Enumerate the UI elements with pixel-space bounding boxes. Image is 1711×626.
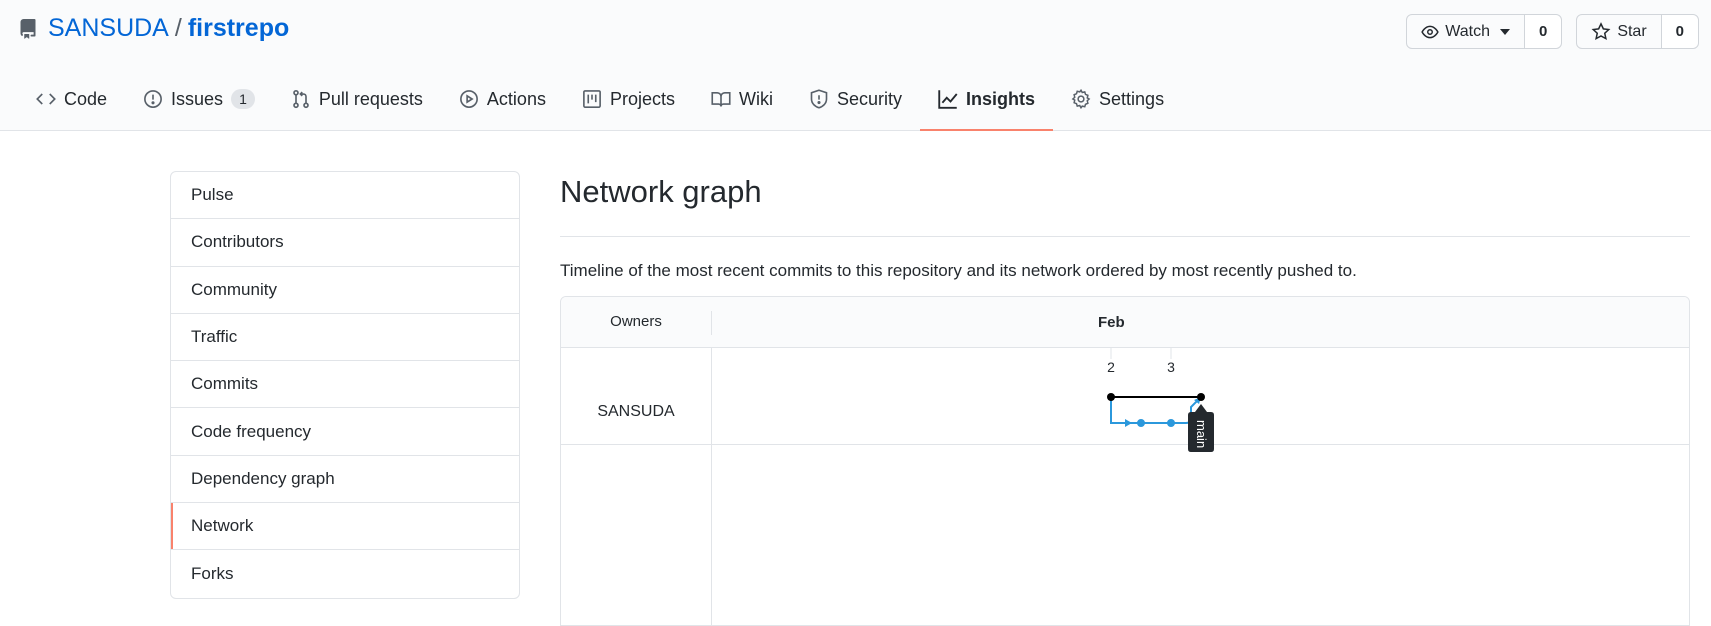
branch-arrow-icon [1125,419,1132,427]
play-icon [459,90,478,108]
watch-button[interactable]: Watch [1407,15,1524,48]
tab-label: Wiki [738,88,773,109]
pull-request-icon [293,89,309,109]
insights-sidebar: Pulse Contributors Community Traffic Com… [170,171,520,599]
network-graph-canvas: 2 3 main [1107,348,1214,452]
repo-tabs: Code Issues 1 Pull requests Actions Proj… [18,69,1182,131]
tab-label: Security [836,88,903,109]
star-label: Star [1617,22,1647,40]
tab-settings[interactable]: Settings [1053,69,1182,131]
tab-label: Actions [486,88,546,109]
sidebar-item-code-frequency[interactable]: Code frequency [171,408,519,456]
repo-icon [20,18,36,39]
commit-dot[interactable] [1197,393,1205,401]
tab-code[interactable]: Code [18,69,125,131]
repo-separator: / [174,14,182,42]
tab-actions[interactable]: Actions [441,69,564,131]
issue-icon [144,90,162,108]
star-button[interactable]: Star [1577,15,1660,48]
tab-label: Settings [1099,88,1165,109]
sidebar-item-dependency-graph[interactable]: Dependency graph [171,456,519,504]
star-icon [1591,21,1611,40]
star-count[interactable]: 0 [1660,15,1698,48]
tab-label: Code [64,88,108,109]
sidebar-item-community[interactable]: Community [171,267,519,314]
tab-label: Projects [609,88,675,109]
commit-dot[interactable] [1107,393,1115,401]
repo-actions: Watch 0 Star 0 [1406,14,1699,49]
tab-projects[interactable]: Projects [564,69,693,131]
page-description: Timeline of the most recent commits to t… [560,261,1357,280]
sidebar-item-traffic[interactable]: Traffic [171,314,519,362]
watch-count[interactable]: 0 [1523,15,1562,48]
repo-name-link[interactable]: firstrepo [188,14,289,43]
tab-label: Insights [966,88,1036,109]
sidebar-item-pulse[interactable]: Pulse [171,172,519,220]
branch-tag-label: main [1194,420,1209,448]
commit-dot[interactable] [1137,419,1145,427]
sidebar-item-network[interactable]: Network [171,503,519,551]
code-icon [36,93,56,105]
eye-icon [1421,25,1439,38]
sidebar-item-forks[interactable]: Forks [171,550,519,597]
book-icon [711,91,731,107]
tab-wiki[interactable]: Wiki [693,69,791,131]
sidebar-item-commits[interactable]: Commits [171,361,519,409]
watch-label: Watch [1445,22,1490,40]
branch-line [1110,396,1202,424]
day-label-2: 2 [1107,359,1115,375]
gear-icon [1071,89,1091,109]
tab-label: Pull requests [318,88,423,109]
project-icon [583,90,601,108]
chevron-down-icon [1499,28,1510,35]
tab-label: Issues [171,88,224,109]
day-label-3: 3 [1167,359,1175,375]
tab-issues[interactable]: Issues 1 [125,69,273,131]
tab-pull-requests[interactable]: Pull requests [273,69,441,131]
repo-owner-link[interactable]: SANSUDA [48,14,169,43]
page-title: Network graph [560,174,1690,237]
issues-counter: 1 [231,89,255,109]
tab-security[interactable]: Security [791,69,920,131]
shield-icon [810,89,828,109]
star-button-group: Star 0 [1576,14,1699,49]
main-content: Network graph Timeline of the most recen… [560,172,1690,281]
repo-header: SANSUDA / firstrepo Watch 0 Star 0 Code … [0,0,1711,131]
sidebar-item-contributors[interactable]: Contributors [171,219,519,267]
graph-icon [938,90,958,109]
commit-dot[interactable] [1167,419,1175,427]
repo-title: SANSUDA / firstrepo [18,14,289,43]
tab-insights[interactable]: Insights [920,69,1054,131]
network-graph[interactable]: Owners Feb SANSUDA 2 3 main [560,296,1690,626]
watch-button-group: Watch 0 [1406,14,1563,49]
